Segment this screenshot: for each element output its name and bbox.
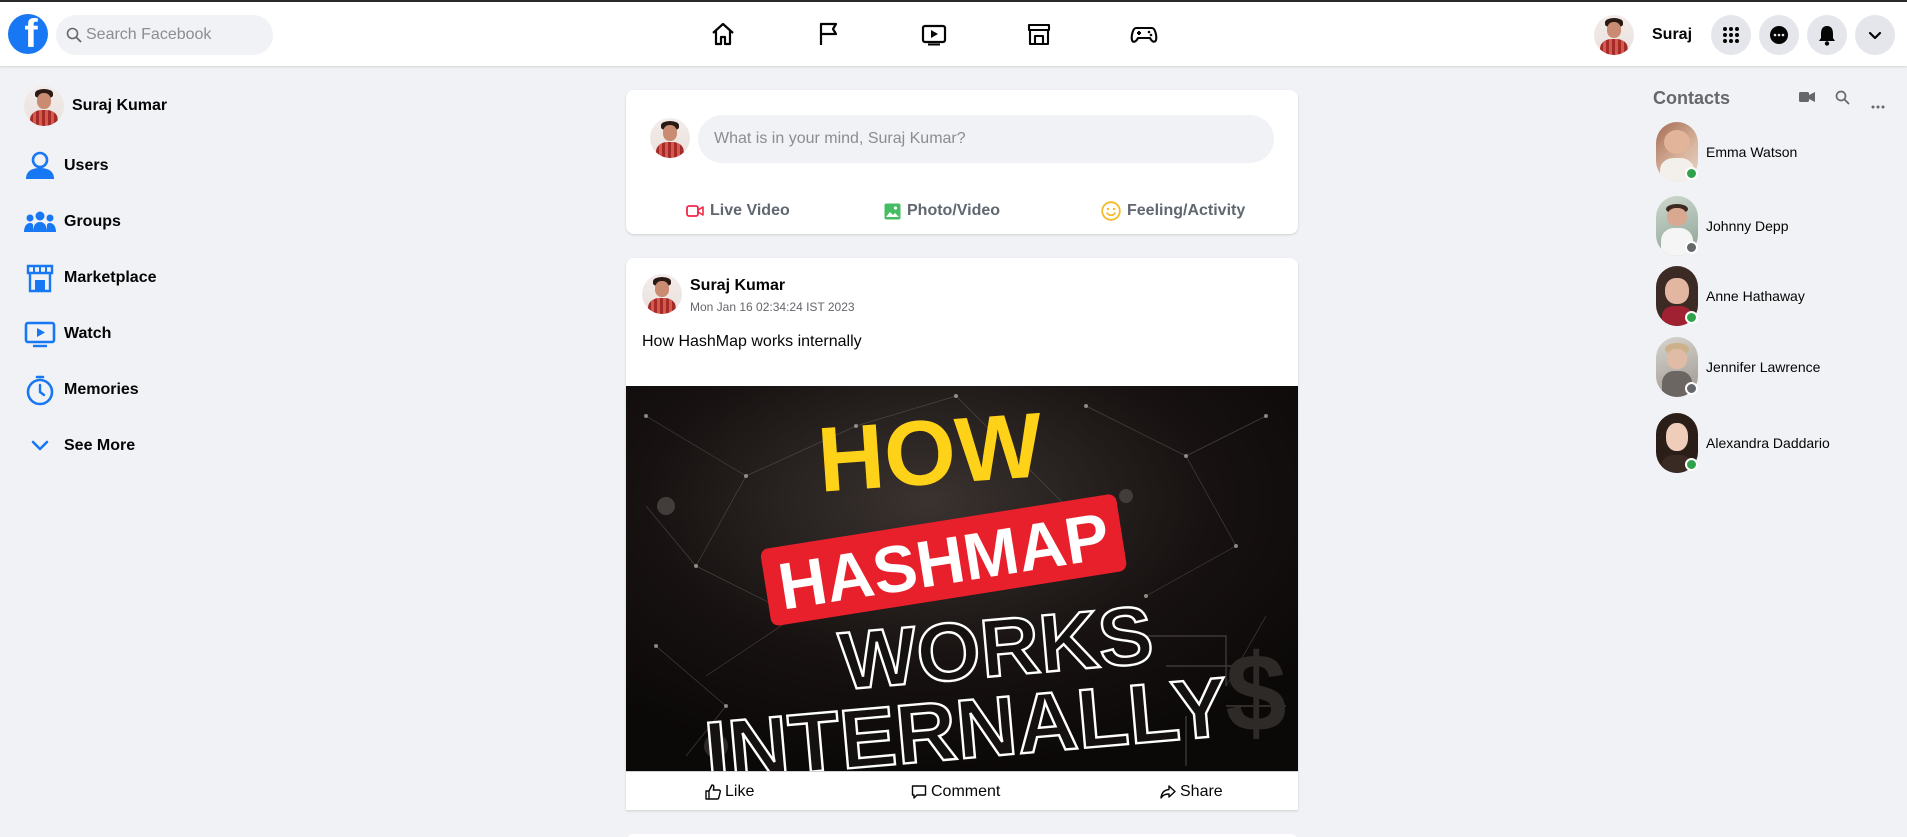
sidebar-item-label: See More [64, 437, 136, 454]
watch-icon [24, 321, 56, 348]
memories-clock-icon [26, 375, 54, 406]
svg-text:$: $ [1225, 632, 1286, 755]
users-icon [26, 151, 54, 179]
comment-button[interactable]: Comment [911, 772, 1000, 812]
home-icon[interactable] [707, 18, 739, 50]
sidebar-item-watch[interactable]: Watch [24, 313, 111, 355]
comment-icon [911, 785, 927, 799]
profile-chip[interactable]: Suraj [1594, 15, 1692, 55]
post-text: How HashMap works internally [642, 333, 862, 350]
sidebar-item-memories[interactable]: Memories [24, 369, 139, 411]
search-icon [66, 27, 82, 43]
offline-status-dot [1685, 241, 1698, 254]
search-icon[interactable] [1835, 90, 1850, 110]
online-status-dot [1685, 167, 1698, 180]
feed-post: Suraj Kumar Mon Jan 16 02:34:24 IST 2023… [626, 258, 1298, 810]
top-navigation-bar: f Suraj [0, 0, 1907, 66]
contact-name: Johnny Depp [1706, 218, 1789, 234]
sidebar-item-label: Watch [64, 325, 112, 342]
share-label: Share [1180, 783, 1223, 800]
sidebar-item-label: Groups [64, 213, 121, 230]
watch-icon[interactable] [918, 18, 950, 50]
search-box[interactable] [56, 15, 273, 55]
menu-grid-icon[interactable] [1711, 15, 1751, 55]
online-status-dot [1685, 311, 1698, 324]
like-button[interactable]: Like [705, 772, 754, 812]
post-author-name[interactable]: Suraj Kumar [690, 277, 785, 295]
photo-video-button[interactable]: Photo/Video [884, 191, 1000, 231]
live-video-label: Live Video [710, 202, 790, 219]
share-icon [1160, 785, 1176, 799]
avatar [650, 118, 690, 158]
contact-item[interactable]: Anne Hathaway [1656, 266, 1805, 326]
like-label: Like [725, 783, 755, 800]
contact-name: Alexandra Daddario [1706, 435, 1830, 451]
live-video-button[interactable]: Live Video [686, 191, 790, 231]
post-timestamp: Mon Jan 16 02:34:24 IST 2023 [690, 300, 855, 314]
contact-name: Emma Watson [1706, 144, 1798, 160]
notifications-bell-icon[interactable] [1807, 15, 1847, 55]
avatar[interactable] [642, 274, 682, 314]
feeling-smiley-icon [1101, 201, 1121, 221]
sidebar-item-label: Marketplace [64, 269, 157, 286]
post-composer: Live Video Photo/Video Feeling/Activity [626, 90, 1298, 234]
contact-item[interactable]: Jennifer Lawrence [1656, 337, 1820, 397]
photo-video-label: Photo/Video [907, 202, 1001, 219]
like-thumb-icon [705, 784, 721, 800]
composer-input[interactable] [698, 115, 1274, 163]
sidebar-item-users[interactable]: Users [24, 145, 108, 187]
sidebar-item-see-more[interactable]: See More [24, 425, 135, 467]
logo-letter: f [24, 14, 38, 54]
post-image[interactable]: $ HOW HASHMAP WORKS INTERNALLY [626, 386, 1298, 771]
search-input[interactable] [86, 26, 266, 44]
online-status-dot [1685, 458, 1698, 471]
messenger-icon[interactable] [1759, 15, 1799, 55]
avatar [24, 86, 64, 126]
post-action-bar: Like Comment Share [626, 771, 1298, 811]
contact-item[interactable]: Johnny Depp [1656, 196, 1789, 256]
contact-name: Anne Hathaway [1706, 288, 1805, 304]
groups-icon [24, 211, 56, 232]
avatar [1594, 15, 1634, 55]
photo-icon [884, 203, 901, 219]
sidebar-item-label: Users [64, 157, 109, 174]
video-call-icon[interactable] [1799, 90, 1815, 109]
marketplace-icon[interactable] [1023, 18, 1055, 50]
chevron-down-icon [31, 440, 49, 451]
more-options-icon[interactable] [1871, 96, 1885, 114]
profile-short-name: Suraj [1652, 26, 1693, 43]
contacts-title: Contacts [1653, 88, 1731, 108]
sidebar-item-groups[interactable]: Groups [24, 201, 121, 243]
marketplace-icon [26, 264, 54, 293]
sidebar-item-profile[interactable]: Suraj Kumar [24, 85, 167, 127]
offline-status-dot [1685, 382, 1698, 395]
feeling-activity-button[interactable]: Feeling/Activity [1101, 191, 1245, 231]
share-button[interactable]: Share [1160, 772, 1223, 812]
sidebar-item-label: Memories [64, 381, 139, 398]
image-title-how: HOW [814, 394, 1046, 511]
sidebar-item-label: Suraj Kumar [72, 97, 168, 114]
gaming-icon[interactable] [1128, 18, 1160, 50]
post-image-graphic: $ HOW HASHMAP WORKS INTERNALLY [626, 386, 1298, 771]
sidebar-item-marketplace[interactable]: Marketplace [24, 257, 157, 299]
contact-name: Jennifer Lawrence [1706, 359, 1821, 375]
feeling-activity-label: Feeling/Activity [1127, 202, 1246, 219]
comment-label: Comment [931, 783, 1001, 800]
contact-item[interactable]: Alexandra Daddario [1656, 413, 1830, 473]
account-chevron-icon[interactable] [1855, 15, 1895, 55]
live-video-icon [686, 205, 704, 217]
facebook-logo[interactable]: f [8, 14, 48, 54]
contact-item[interactable]: Emma Watson [1656, 122, 1797, 182]
pages-flag-icon[interactable] [812, 18, 844, 50]
